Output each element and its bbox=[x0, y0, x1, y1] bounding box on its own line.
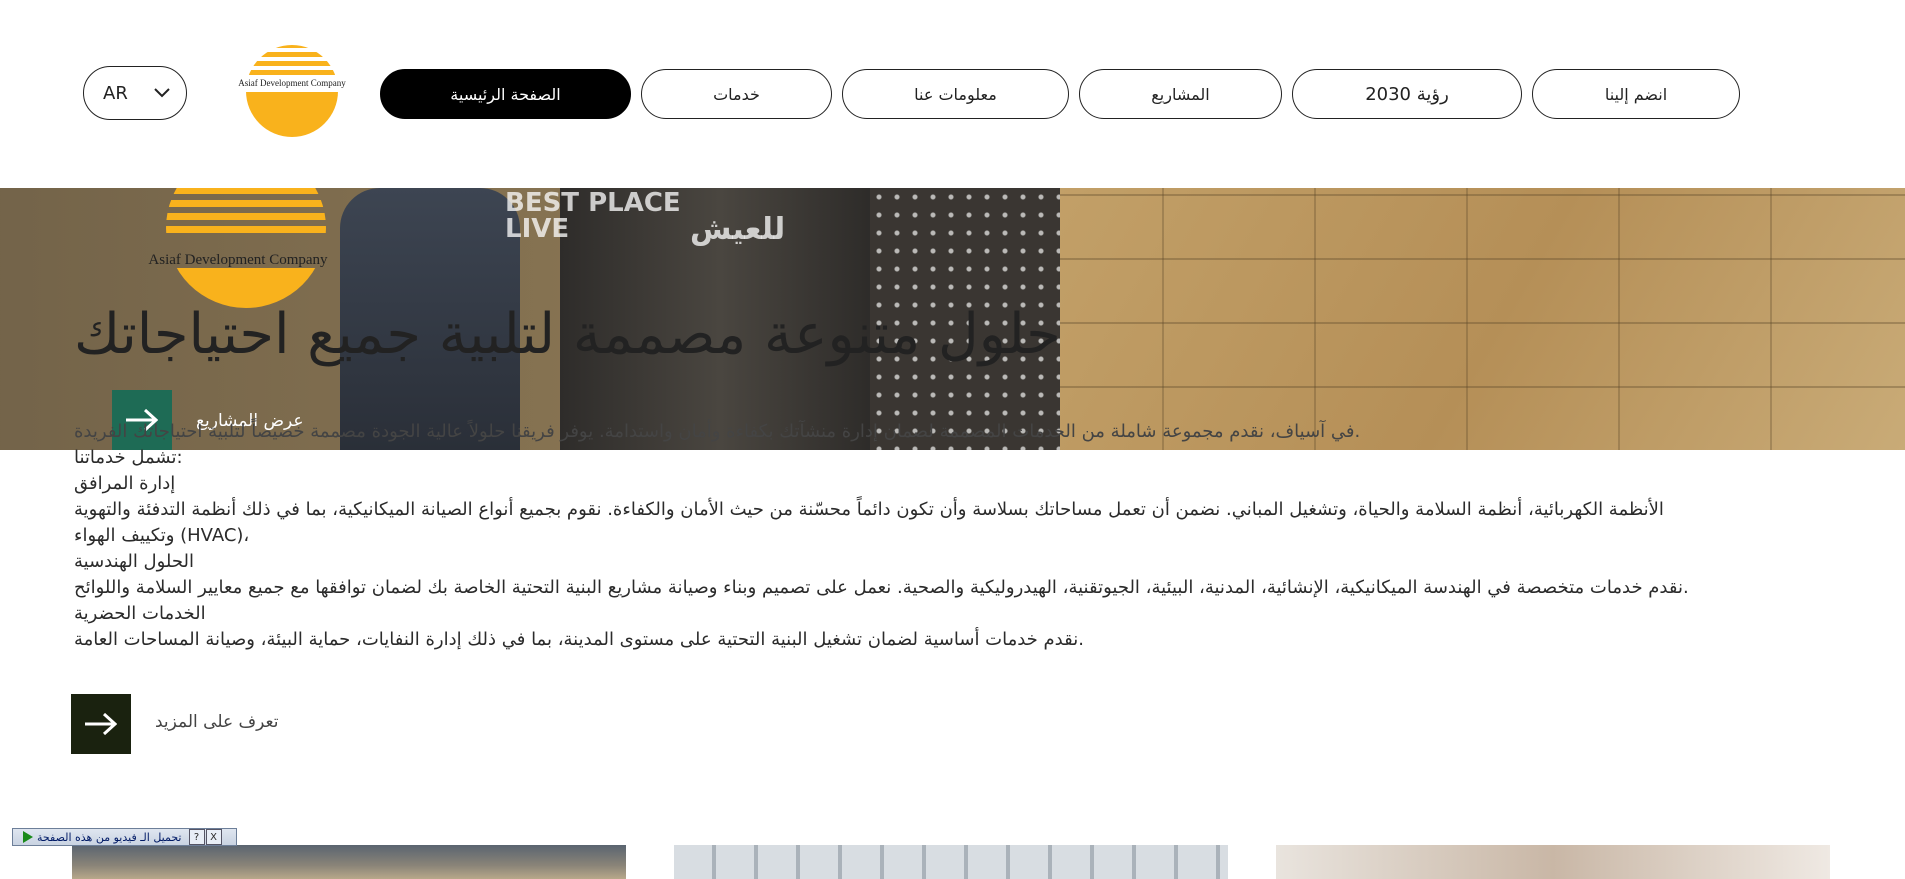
nav-join-us[interactable]: انضم إلينا bbox=[1532, 69, 1740, 119]
nav-vision-2030[interactable]: رؤية 2030 bbox=[1292, 69, 1522, 119]
nav-projects[interactable]: المشاريع bbox=[1079, 69, 1282, 119]
hero-logo-caption: Asiaf Development Company bbox=[148, 252, 328, 268]
urban-services-heading: الخدمات الحضرية bbox=[74, 603, 206, 624]
intro-paragraph: في آسياف، نقدم مجموعة شاملة من الخدمات ا… bbox=[74, 421, 1361, 442]
help-button[interactable]: ? bbox=[188, 829, 205, 845]
project-image-2[interactable] bbox=[674, 845, 1228, 879]
services-heading: تشمل خدماتنا: bbox=[74, 447, 183, 468]
close-button[interactable]: X bbox=[205, 829, 222, 845]
hero-title: حلول متنوعة مصممة لتلبية جميع احتياجاتك bbox=[74, 302, 1061, 367]
background-text: للعيش bbox=[690, 212, 786, 247]
logo-caption: Asiaf Development Company bbox=[238, 78, 346, 88]
video-download-bar: تحميل الـ فيديو من هذه الصفحة ? X bbox=[12, 828, 237, 846]
project-image-1[interactable] bbox=[72, 845, 626, 879]
language-label: AR bbox=[103, 82, 128, 104]
facility-management-heading: إدارة المرافق bbox=[74, 473, 176, 494]
nav-services[interactable]: خدمات bbox=[641, 69, 832, 119]
background-text: LIVE bbox=[505, 214, 570, 244]
facility-management-text: الأنظمة الكهربائية، أنظمة السلامة والحيا… bbox=[74, 499, 1664, 546]
arrow-right-icon bbox=[85, 713, 117, 735]
engineering-heading: الحلول الهندسية bbox=[74, 551, 194, 572]
video-download-label[interactable]: تحميل الـ فيديو من هذه الصفحة bbox=[37, 831, 182, 844]
project-image-3[interactable] bbox=[1276, 845, 1830, 879]
services-description: في آسياف، نقدم مجموعة شاملة من الخدمات ا… bbox=[74, 419, 1714, 653]
language-selector[interactable]: AR bbox=[83, 66, 187, 120]
engineering-text: نقدم خدمات متخصصة في الهندسة الميكانيكية… bbox=[74, 577, 1689, 598]
chevron-down-icon bbox=[154, 88, 170, 98]
learn-more-label[interactable]: تعرف على المزيد bbox=[155, 712, 278, 732]
company-logo[interactable]: Asiaf Development Company bbox=[228, 44, 356, 138]
learn-more-button[interactable] bbox=[71, 694, 131, 754]
play-icon[interactable] bbox=[23, 831, 33, 843]
nav-home[interactable]: الصفحة الرئيسية bbox=[380, 69, 631, 119]
nav-about[interactable]: معلومات عنا bbox=[842, 69, 1069, 119]
urban-services-text: نقدم خدمات أساسية لضمان تشغيل البنية الت… bbox=[74, 629, 1084, 650]
